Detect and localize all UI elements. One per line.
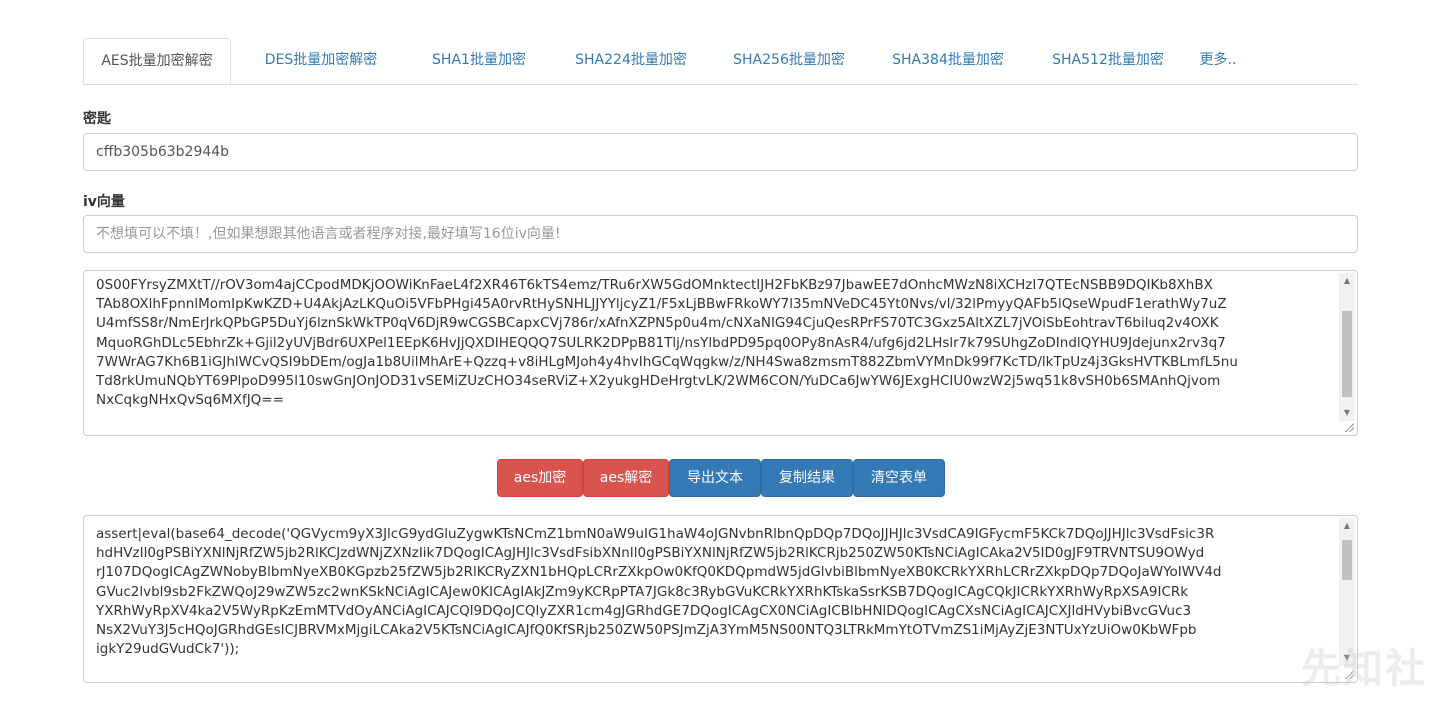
tab-more[interactable]: 更多..: [1193, 38, 1243, 83]
tab-sha512[interactable]: SHA512批量加密: [1038, 38, 1178, 83]
scroll-thumb[interactable]: [1342, 311, 1352, 397]
output-line: GVuc2lvbl9sb2FkZWQoJ29wZW5zc2wnKSkNCiAgI…: [96, 583, 1189, 600]
iv-label: iv向量: [83, 194, 125, 210]
scroll-thumb[interactable]: [1342, 540, 1352, 580]
scroll-up-icon[interactable]: ▲: [1339, 273, 1355, 289]
iv-input[interactable]: 不想填可以不填！,但如果想跟其他语言或者程序对接,最好填写16位iv向量!: [83, 215, 1358, 253]
aes-encrypt-button[interactable]: aes加密: [497, 459, 583, 497]
input-text: 0S00FYrsyZMXtT//rOV3om4ajCCpodMDKjOOWiKn…: [96, 276, 1333, 410]
watermark-logo: 先知社: [1301, 646, 1427, 692]
output-line: assert|eval(base64_decode('QGVycm9yX3Jlc…: [96, 526, 1215, 542]
tab-bar: AES批量加密解密 DES批量加密解密 SHA1批量加密 SHA224批量加密 …: [83, 38, 1358, 85]
tab-sha256[interactable]: SHA256批量加密: [719, 38, 859, 83]
input-line: NxCqkgNHxQvSq6MXfJQ==: [96, 392, 284, 409]
output-line: rJ107DQogICAgZWNobyBlbmNyeXB0KGpzb25fZW5…: [96, 564, 1222, 581]
input-line: U4mfSS8r/NmErJrkQPbGP5DuYj6lznSkWkTP0qV6…: [96, 315, 1219, 332]
input-line: 7WWrAG7Kh6B1iGJhlWCvQSI9bDEm/ogJa1b8UilM…: [96, 353, 1238, 370]
copy-result-button[interactable]: 复制结果: [761, 459, 853, 497]
output-textarea[interactable]: assert|eval(base64_decode('QGVycm9yX3Jlc…: [83, 515, 1358, 683]
input-line: Td8rkUmuNQbYT69PlpoD995l10swGnJOnJOD31vS…: [96, 373, 1221, 390]
tab-sha384[interactable]: SHA384批量加密: [878, 38, 1018, 83]
scroll-down-icon[interactable]: ▼: [1339, 405, 1355, 421]
tab-sha224[interactable]: SHA224批量加密: [561, 38, 701, 83]
output-text: assert|eval(base64_decode('QGVycm9yX3Jlc…: [96, 525, 1333, 659]
input-line: TAb8OXlhFpnnlMomIpKwKZD+U4AkjAzLKQuOi5VF…: [96, 296, 1227, 313]
resize-handle-icon[interactable]: [1344, 422, 1354, 432]
tab-sha1[interactable]: SHA1批量加密: [419, 38, 539, 83]
input-line: MquoRGhDLc5EbhrZk+Gjil2yUVjBdr6UXPel1EEp…: [96, 334, 1226, 351]
key-input[interactable]: cffb305b63b2944b: [83, 133, 1358, 171]
input-scrollbar[interactable]: ▲ ▼: [1339, 273, 1355, 421]
input-line: 0S00FYrsyZMXtT//rOV3om4ajCCpodMDKjOOWiKn…: [96, 277, 1213, 293]
output-line: igkY29udGVudCk7'));: [96, 641, 240, 658]
output-line: NsX2VuY3J5cHQoJGRhdGEsICJBRVMxMjgiLCAka2…: [96, 622, 1197, 639]
export-text-button[interactable]: 导出文本: [669, 459, 761, 497]
clear-form-button[interactable]: 清空表单: [853, 459, 945, 497]
tab-aes[interactable]: AES批量加密解密: [83, 38, 231, 84]
key-label: 密匙: [83, 111, 111, 127]
scroll-up-icon[interactable]: ▲: [1339, 518, 1355, 534]
aes-decrypt-button[interactable]: aes解密: [583, 459, 669, 497]
output-line: hdHVzIl0gPSBiYXNlNjRfZW5jb2RlKCJzdWNjZXN…: [96, 545, 1205, 562]
input-textarea[interactable]: 0S00FYrsyZMXtT//rOV3om4ajCCpodMDKjOOWiKn…: [83, 270, 1358, 436]
output-line: YXRhWyRpXV4ka2V5WyRpKzEmMTVdOyANCiAgICAJ…: [96, 602, 1192, 619]
tab-des[interactable]: DES批量加密解密: [247, 38, 395, 83]
